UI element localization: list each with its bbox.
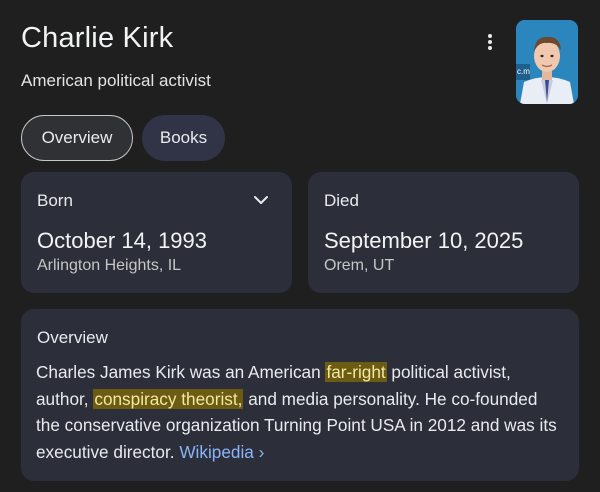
born-card[interactable]: Born October 14, 1993 Arlington Heights,… (21, 172, 292, 293)
died-card: Died September 10, 2025 Orem, UT (308, 172, 579, 293)
wikipedia-link[interactable]: Wikipedia › (179, 442, 264, 462)
wikipedia-link-label[interactable]: Wikipedia (179, 442, 254, 462)
chevron-down-icon[interactable] (253, 194, 269, 206)
more-options-icon[interactable] (482, 33, 498, 55)
overview-card: Overview Charles James Kirk was an Ameri… (21, 309, 579, 481)
highlight-far-right: far-right (325, 362, 387, 382)
overview-text-1: Charles James Kirk was an American (36, 362, 326, 382)
died-date: September 10, 2025 (324, 228, 524, 253)
chevron-right-icon[interactable]: › (259, 442, 265, 462)
page-subtitle: American political activist (21, 71, 211, 90)
highlight-conspiracy-theorist: conspiracy theorist, (93, 388, 244, 409)
overview-label: Overview (37, 328, 108, 347)
born-date: October 14, 1993 (37, 228, 208, 253)
overview-description: Charles James Kirk was an American far-r… (36, 359, 566, 465)
svg-text:c.m: c.m (517, 67, 530, 76)
profile-photo[interactable]: c.m (516, 20, 578, 104)
page-title: Charlie Kirk (21, 22, 174, 54)
tab-books[interactable]: Books (142, 115, 225, 161)
died-label: Died (324, 191, 359, 210)
born-label: Born (37, 191, 73, 210)
died-place: Orem, UT (324, 257, 395, 274)
born-place: Arlington Heights, IL (37, 257, 182, 274)
tab-overview[interactable]: Overview (21, 115, 133, 161)
